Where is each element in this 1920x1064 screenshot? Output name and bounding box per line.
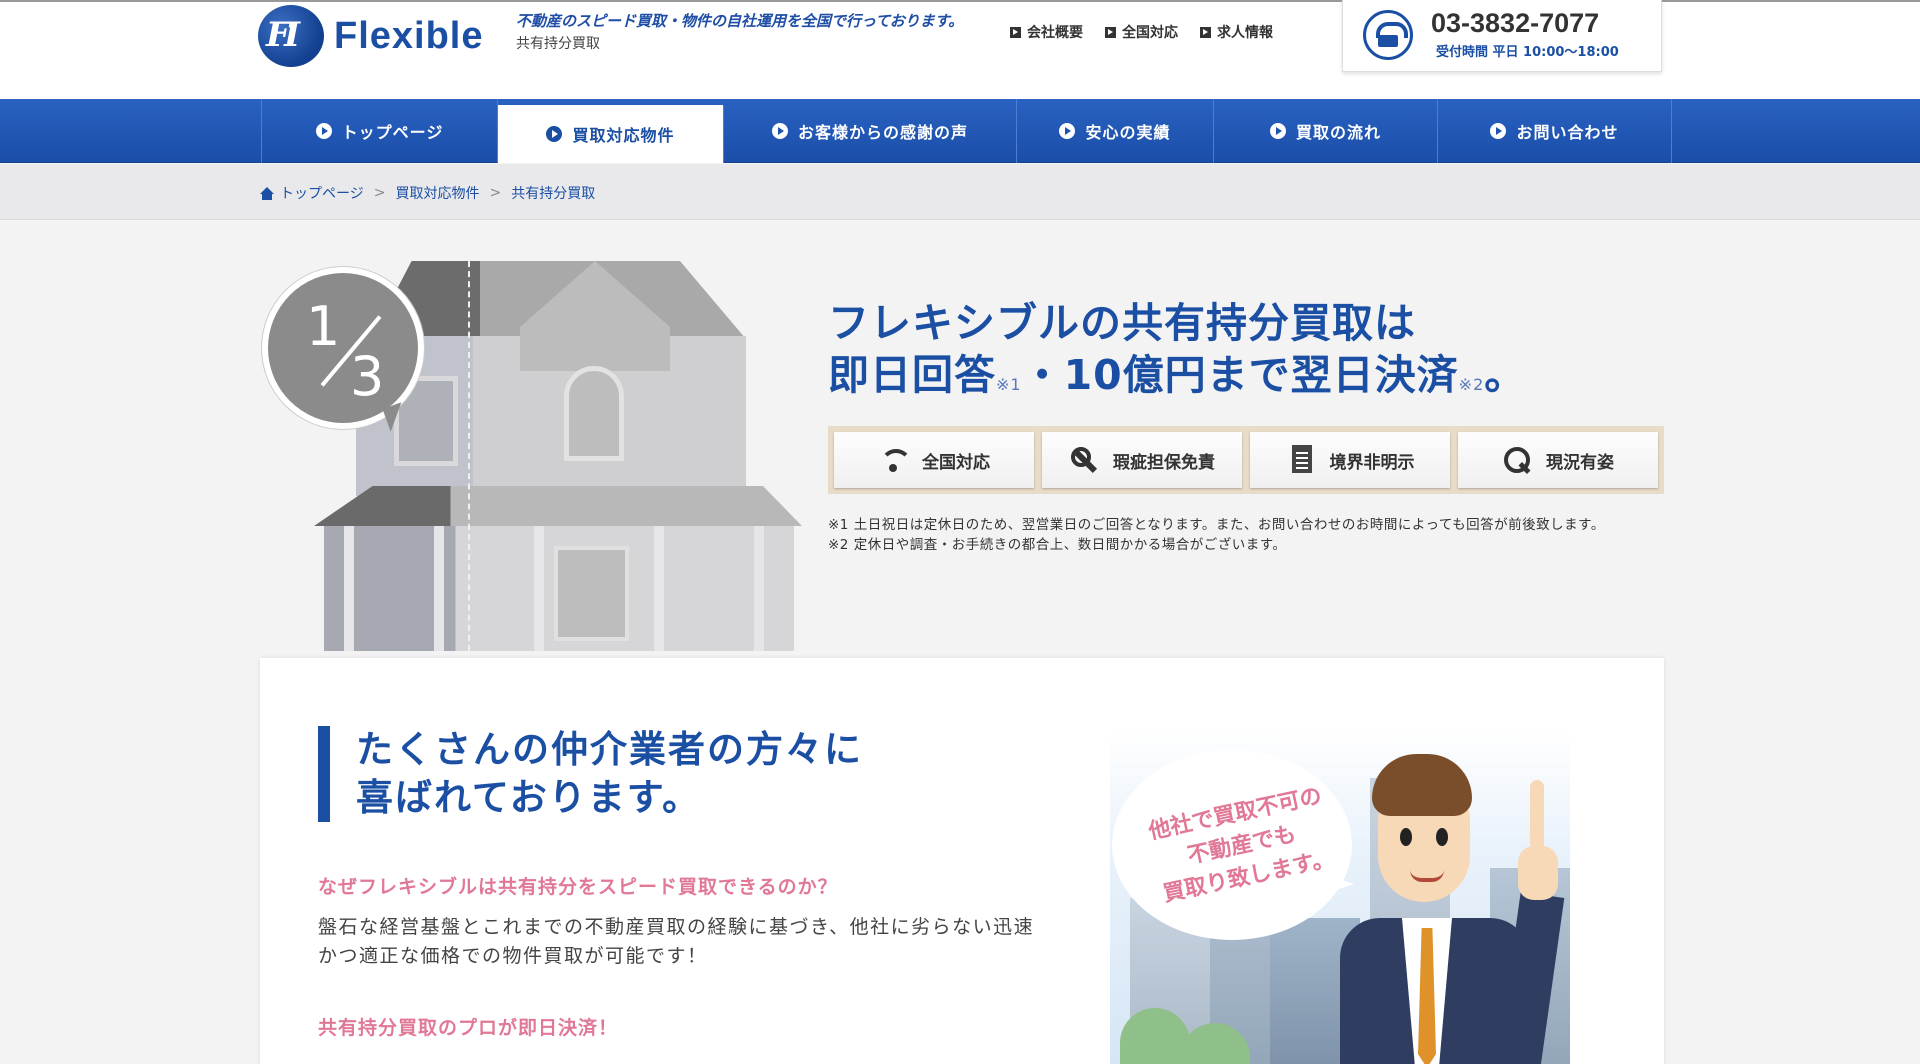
nav-item-testimonials[interactable]: お客様からの感謝の声 [724, 99, 1017, 163]
wrench-icon [1069, 445, 1101, 475]
question-heading: なぜフレキシブルは共有持分をスピード買取できるのか？ [318, 876, 838, 898]
house-column [344, 526, 354, 651]
house-window [564, 366, 624, 461]
section-heading-line1: たくさんの仲介業者の方々に [356, 728, 863, 771]
telephone-icon [1363, 10, 1413, 60]
header-link-label: 全国対応 [1122, 25, 1178, 41]
house-column [534, 526, 544, 651]
footnote-ref-1: ※1 [996, 375, 1022, 394]
eye [1400, 828, 1412, 846]
salesman-illustration: 他社で買取不可の 不動産でも 買取り致します。 [1100, 720, 1580, 1064]
house-column [434, 526, 444, 651]
hand [1518, 846, 1558, 900]
eye [1436, 828, 1448, 846]
hero-title-line2c: 。 [1484, 351, 1527, 399]
arrow-circle-icon [1269, 123, 1286, 139]
feature-label: 境界非明示 [1329, 452, 1415, 473]
content-card: たくさんの仲介業者の方々に 喜ばれております。 なぜフレキシブルは共有持分をスピ… [260, 658, 1664, 1064]
feature-bar: 全国対応 瑕疵担保免責 境界非明示 現況有姿 [828, 426, 1664, 494]
hair [1372, 754, 1472, 816]
arrow-circle-icon [771, 123, 788, 139]
section-heading-line2: 喜ばれております。 [356, 776, 702, 819]
hero-title: フレキシブルの共有持分買取は 即日回答※1・10億円まで翌日決済※2。 [828, 297, 1526, 401]
feature-as-is: 現況有姿 [1458, 432, 1658, 488]
arrow-circle-icon [1490, 123, 1507, 139]
breadcrumb-current: 共有持分買取 [511, 186, 596, 202]
nav-item-label: お問い合わせ [1516, 123, 1619, 142]
breadcrumb-link-purchase-properties[interactable]: 買取対応物件 [395, 183, 479, 203]
share-split-line [468, 261, 470, 651]
hero-title-line1: フレキシブルの共有持分買取は [828, 299, 1416, 347]
site-logo[interactable]: FI Flexible [258, 4, 484, 68]
hero-title-line2b: ・10億円まで翌日決済 [1021, 351, 1459, 399]
arrow-circle-icon [1059, 123, 1076, 139]
businessman-figure [1340, 750, 1570, 1064]
header-link-label: 会社概要 [1027, 25, 1083, 41]
phone-number: 03-3832-7077 [1431, 8, 1600, 38]
wifi-icon [878, 445, 912, 475]
header-link-nationwide[interactable]: 全国対応 [1105, 22, 1178, 42]
nav-item-label: 買取対応物件 [572, 126, 675, 145]
document-icon [1286, 445, 1318, 475]
section-heading: たくさんの仲介業者の方々に 喜ばれております。 [318, 726, 863, 822]
arrow-right-icon [1105, 26, 1116, 38]
header-link-recruit[interactable]: 求人情報 [1200, 22, 1273, 42]
feature-boundary-not-specified: 境界非明示 [1250, 432, 1450, 488]
nav-item-contact[interactable]: お問い合わせ [1438, 99, 1672, 163]
breadcrumb-separator: > [373, 185, 386, 201]
breadcrumb-link-top[interactable]: トップページ [280, 183, 364, 203]
feature-defect-liability-exemption: 瑕疵担保免責 [1042, 432, 1242, 488]
pointing-finger [1530, 780, 1544, 850]
one-third-badge: 1 3 [262, 267, 424, 429]
global-nav: トップページ 買取対応物件 お客様からの感謝の声 安心の実績 買取の流れ お問い… [0, 99, 1920, 163]
site-subtitle: 共有持分買取 [516, 36, 600, 52]
logo-text: Flexible [334, 14, 484, 57]
nav-item-label: 安心の実績 [1085, 123, 1171, 142]
nav-item-purchase-flow[interactable]: 買取の流れ [1214, 99, 1438, 163]
arrow-circle-icon [546, 126, 563, 142]
home-icon [260, 186, 274, 200]
feature-label: 現況有姿 [1546, 452, 1614, 473]
footnote-ref-2: ※2 [1458, 375, 1485, 394]
house-porch-roof [314, 486, 802, 526]
nav-item-label: トップページ [341, 123, 444, 142]
phone-hours: 受付時間 平日 10:00～18:00 [1436, 45, 1619, 60]
hero-title-line2a: 即日回答 [828, 351, 996, 399]
breadcrumb: トップページ > 買取対応物件 > 共有持分買取 [0, 164, 1920, 220]
breadcrumb-separator: > [489, 185, 502, 201]
nav-item-purchase-properties[interactable]: 買取対応物件 [498, 105, 724, 163]
arrow-right-icon [1010, 26, 1021, 38]
logo-mark-glyph: FI [266, 15, 300, 55]
footnote-1: ※1 土日祝日は定休日のため、翌営業日のご回答となります。また、お問い合わせのお… [828, 517, 1605, 533]
feature-label: 瑕疵担保免責 [1113, 452, 1215, 473]
answer-text: 盤石な経営基盤とこれまでの不動産買取の経験に基づき、他社に劣らない迅速かつ適正な… [318, 916, 1035, 967]
arrow-circle-icon [315, 123, 332, 139]
feature-nationwide: 全国対応 [834, 432, 1034, 488]
feature-label: 全国対応 [922, 452, 990, 473]
site-tagline: 不動産のスピード買取・物件の自社運用を全国で行っております。 [516, 12, 964, 30]
logo-mark-icon: FI [258, 5, 324, 67]
nav-item-label: 買取の流れ [1295, 123, 1381, 142]
house-column [754, 526, 764, 651]
header-link-company[interactable]: 会社概要 [1010, 22, 1083, 42]
phone-contact-box[interactable]: 03-3832-7077 受付時間 平日 10:00～18:00 [1342, 0, 1662, 72]
nav-item-label: お客様からの感謝の声 [797, 123, 968, 142]
footnote-2: ※2 定休日や調査・お手続きの都合上、数日間かかる場合がございます。 [828, 537, 1287, 553]
arrow-right-icon [1200, 26, 1211, 38]
site-header: FI Flexible 不動産のスピード買取・物件の自社運用を全国で行っておりま… [0, 0, 1920, 99]
house-door [554, 546, 629, 641]
nav-item-track-record[interactable]: 安心の実績 [1017, 99, 1214, 163]
question-heading-2: 共有持分買取のプロが即日決済！ [318, 1017, 619, 1039]
footnotes: ※1 土日祝日は定休日のため、翌営業日のご回答となります。また、お問い合わせのお… [828, 516, 1664, 556]
fraction-numerator: 1 [306, 295, 341, 358]
header-links: 会社概要 全国対応 求人情報 [1010, 22, 1273, 42]
header-link-label: 求人情報 [1217, 25, 1273, 41]
magnifier-icon [1502, 445, 1534, 475]
hero-section: 1 3 フレキシブルの共有持分買取は 即日回答※1・10億円まで翌日決済※2。 … [0, 221, 1920, 661]
nav-item-top[interactable]: トップページ [262, 99, 498, 163]
fraction-denominator: 3 [350, 345, 385, 408]
house-column [654, 526, 664, 651]
